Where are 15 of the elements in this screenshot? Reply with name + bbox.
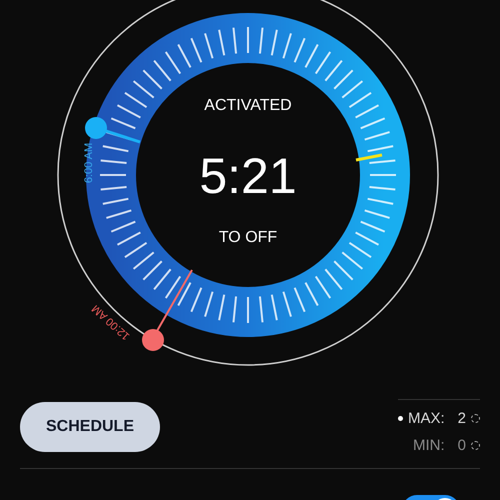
start-time-label: 6:00 AM [83,142,95,184]
end-handle[interactable] [142,270,193,351]
status-label: ACTIVATED [204,97,292,114]
current-time-marker [356,154,382,162]
schedule-button[interactable]: SCHEDULE [20,402,160,452]
reading-value: 2 [458,410,466,427]
reading-label[interactable]: MIN: [412,437,445,454]
countdown-caption: TO OFF [218,229,278,246]
selected-dot-icon [398,416,403,421]
reading-value: 0 [458,437,466,454]
reading-label[interactable]: MAX: [408,410,445,427]
countdown-time: 5:21 [199,148,297,204]
start-handle[interactable] [85,117,140,144]
dashed-circle-icon [471,441,480,450]
dashed-circle-icon [471,414,480,423]
